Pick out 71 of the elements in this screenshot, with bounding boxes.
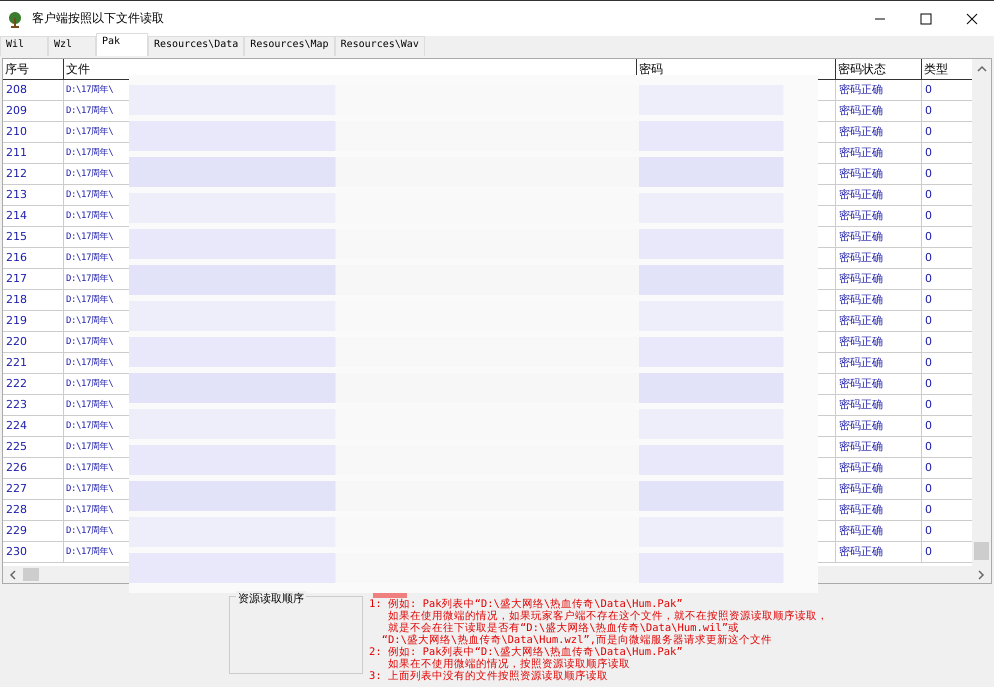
table-cell-text: 211 (5, 145, 28, 161)
table-cell: 密码正确 (835, 80, 921, 100)
table-cell-text: 215 (5, 229, 28, 245)
scrollbar-thumb[interactable] (23, 568, 39, 581)
table-cell: 密码正确 (835, 185, 921, 205)
table-cell: 密码正确 (835, 206, 921, 226)
table-cell: 密码正确 (835, 332, 921, 352)
close-icon[interactable] (966, 12, 978, 24)
table-cell-text: 227 (5, 481, 28, 497)
table-cell-text: 208 (5, 82, 28, 98)
table-cell-text: 224 (5, 418, 28, 434)
table-cell-text: 219 (5, 313, 28, 329)
table-cell-text: 225 (5, 439, 28, 455)
table-cell-text: 218 (5, 292, 28, 308)
table-cell-text: 223 (5, 397, 28, 413)
table-cell: 密码正确 (835, 227, 921, 247)
column-header[interactable]: 密码状态 (835, 59, 921, 79)
scroll-left-icon[interactable] (9, 570, 17, 580)
table-cell: 密码正确 (835, 458, 921, 478)
table-cell: 密码正确 (835, 290, 921, 310)
note-text: 3: 上面列表中没有的文件按照资源读取顺序读取 (369, 670, 609, 682)
note-text: 2: 例如: Pak列表中“D:\盛大网络\热血传奇\Data\Hum.Pak” (369, 646, 684, 658)
table-cell-text: 228 (5, 502, 28, 518)
table-cell-text: 220 (5, 334, 28, 350)
scroll-right-icon[interactable] (977, 570, 985, 580)
note-text: 就是不会在往下读取是否有“D:\盛大网络\热血传奇\Data\Hum.wil”或 (386, 622, 740, 634)
note-text: 如果在不使用微端的情况，按照资源读取顺序读取 (386, 658, 631, 670)
table-cell: 密码正确 (835, 143, 921, 163)
table-cell-text: 230 (5, 544, 28, 560)
table-cell-text: 229 (5, 523, 28, 539)
scrollbar-thumb[interactable] (974, 542, 989, 560)
table-cell-text: 221 (5, 355, 28, 371)
table-cell: 密码正确 (835, 395, 921, 415)
table-cell: 密码正确 (835, 269, 921, 289)
table-cell-text: 210 (5, 124, 28, 140)
table-cell-text: 226 (5, 460, 28, 476)
note-text: “D:\盛大网络\热血传奇\Data\Hum.wzl”,而是向微端服务器请求更新这个文件 (380, 634, 774, 646)
table-cell: 密码正确 (835, 374, 921, 394)
tab[interactable]: Wil (0, 36, 48, 56)
note-text: 1: 例如: Pak列表中“D:\盛大网络\热血传奇\Data\Hum.Pak” (369, 598, 684, 610)
table-cell: 密码正确 (835, 164, 921, 184)
table-cell: 密码正确 (835, 122, 921, 142)
group-title: 资源读取顺序 (236, 591, 306, 606)
tab[interactable]: Wzl (48, 36, 96, 56)
maximize-icon[interactable] (920, 12, 932, 24)
tab[interactable]: Pak (96, 33, 148, 56)
table-cell-text: 212 (5, 166, 28, 182)
tab[interactable]: Resources\Map (244, 36, 335, 56)
table-cell: 密码正确 (835, 542, 921, 562)
table-cell: 密码正确 (835, 437, 921, 457)
table-cell: 密码正确 (835, 500, 921, 520)
table-cell: 密码正确 (835, 248, 921, 268)
window-title: 客户端按照以下文件读取 (32, 10, 165, 27)
table-cell-text: 216 (5, 250, 28, 266)
table-cell: 密码正确 (835, 353, 921, 373)
app-icon (6, 10, 24, 28)
tab[interactable]: Resources\Data (148, 36, 244, 56)
table-cell-text: 213 (5, 187, 28, 203)
table-cell-text: 209 (5, 103, 28, 119)
column-header[interactable]: 序号 (3, 59, 63, 79)
table-cell-text: 214 (5, 208, 28, 224)
tab[interactable]: Resources\Wav (334, 36, 425, 56)
scroll-up-icon[interactable] (976, 65, 986, 73)
table-cell-text: 217 (5, 271, 28, 287)
table-cell: 密码正确 (835, 101, 921, 121)
table-cell: 密码正确 (835, 521, 921, 541)
table-cell: 密码正确 (835, 416, 921, 436)
note-text: 如果在使用微端的情况，如果玩家客户端不存在这个文件，就不在按照资源读取顺序读取， (386, 610, 828, 622)
table-cell: 密码正确 (835, 479, 921, 499)
table-cell-text: 222 (5, 376, 28, 392)
table-cell: 密码正确 (835, 311, 921, 331)
